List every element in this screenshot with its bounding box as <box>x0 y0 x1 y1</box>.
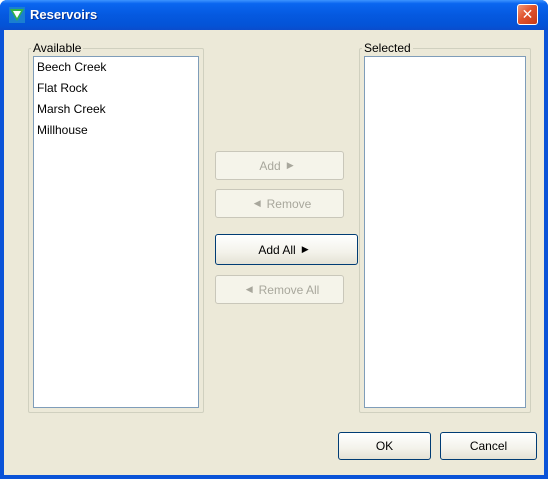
selected-label: Selected <box>362 41 413 55</box>
selected-list[interactable] <box>364 56 526 408</box>
available-label: Available <box>31 41 84 55</box>
remove-button[interactable]: ◀ Remove <box>215 189 344 218</box>
add-button[interactable]: Add ▶ <box>215 151 344 180</box>
close-button[interactable]: ✕ <box>517 4 538 25</box>
arrow-left-icon: ◀ <box>253 198 261 208</box>
reservoir-app-icon <box>9 7 25 23</box>
add-all-button[interactable]: Add All ▶ <box>215 234 358 265</box>
title-bar[interactable]: Reservoirs ✕ <box>0 0 548 30</box>
list-item[interactable]: Beech Creek <box>34 57 198 78</box>
list-item[interactable]: Marsh Creek <box>34 99 198 120</box>
list-item[interactable]: Flat Rock <box>34 78 198 99</box>
selected-group: Selected <box>359 41 531 413</box>
arrow-right-icon: ▶ <box>301 244 309 254</box>
reservoirs-dialog: Reservoirs ✕ Available Beech Creek Flat … <box>0 0 548 479</box>
available-group: Available Beech Creek Flat Rock Marsh Cr… <box>28 41 204 413</box>
arrow-right-icon: ▶ <box>286 160 294 170</box>
available-list[interactable]: Beech Creek Flat Rock Marsh Creek Millho… <box>33 56 199 408</box>
window-title: Reservoirs <box>30 7 98 22</box>
ok-button[interactable]: OK <box>338 432 431 460</box>
close-icon: ✕ <box>521 6 534 22</box>
list-item[interactable]: Millhouse <box>34 120 198 141</box>
arrow-left-icon: ◀ <box>245 284 253 294</box>
cancel-button[interactable]: Cancel <box>440 432 537 460</box>
remove-all-button[interactable]: ◀ Remove All <box>215 275 344 304</box>
